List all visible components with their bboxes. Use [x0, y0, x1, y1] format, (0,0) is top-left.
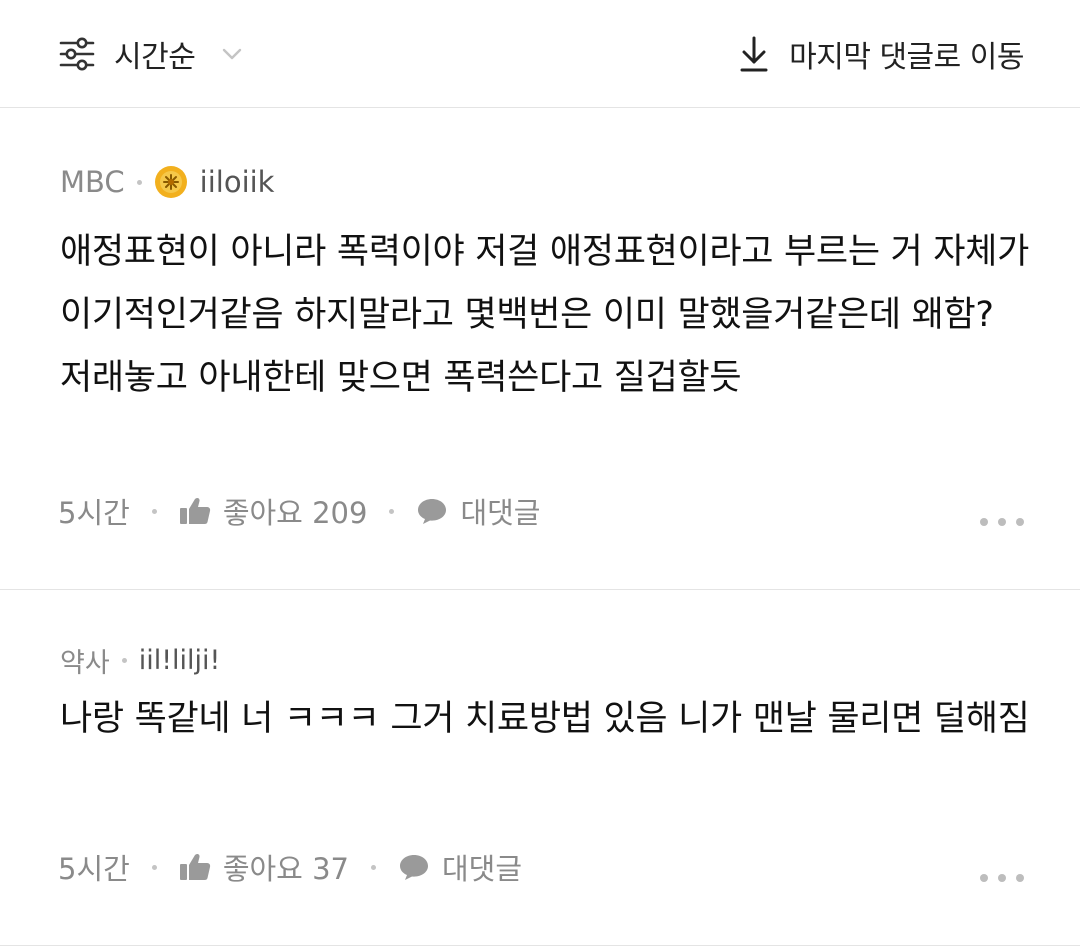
sort-dropdown[interactable]: 시간순 [58, 30, 243, 78]
reply-label: 대댓글 [460, 496, 541, 530]
speech-bubble-icon [418, 499, 447, 524]
more-dot [998, 874, 1006, 882]
sliders-icon [59, 37, 95, 71]
comment-source: MBC [60, 165, 125, 199]
comment-nickname[interactable]: iil!lilji! [139, 645, 221, 676]
more-dot [1016, 518, 1024, 526]
more-dot [980, 874, 988, 882]
thumbs-up-icon [179, 497, 210, 524]
comment-text: 애정표현이 아니라 폭력이야 저걸 애정표현이라고 부르는 거 자체가 이기적인… [60, 232, 1029, 398]
action-separator [370, 864, 376, 870]
comment-item: 약사 iil!lilji! 나랑 똑같네 너 ㅋㅋㅋ 그거 치료방법 있음 니가… [0, 590, 1080, 946]
action-separator [389, 508, 395, 514]
jump-label: 마지막 댓글로 이동 [789, 40, 1024, 75]
more-options-button[interactable] [980, 868, 1024, 888]
reply-label: 대댓글 [441, 852, 523, 886]
reply-button[interactable]: 대댓글 [398, 846, 522, 888]
more-options-button[interactable] [980, 512, 1024, 532]
meta-separator [136, 179, 142, 185]
chevron-down-icon [221, 47, 243, 61]
action-separator [151, 864, 157, 870]
like-button[interactable]: 좋아요 209 [179, 490, 368, 532]
more-dot [1016, 874, 1024, 882]
sort-label: 시간순 [114, 40, 196, 75]
more-dot [980, 518, 988, 526]
comment-nickname[interactable]: iiloiik [200, 165, 275, 199]
speech-bubble-icon [399, 855, 428, 880]
comment-actions: 5시간 좋아요 37 대댓글 [58, 846, 522, 888]
comment-meta: MBC iiloiik [60, 162, 274, 202]
more-dot [998, 518, 1006, 526]
like-label: 좋아요 37 [222, 852, 349, 886]
action-separator [151, 508, 157, 514]
comment-toolbar: 시간순 마지막 댓글로 이동 [0, 0, 1080, 108]
comment-time: 5시간 [58, 852, 130, 886]
download-arrow-icon [740, 36, 768, 72]
like-label: 좋아요 209 [222, 496, 368, 530]
comment-time: 5시간 [58, 496, 130, 530]
comment-text: 나랑 똑같네 너 ㅋㅋㅋ 그거 치료방법 있음 니가 맨날 물리면 덜해짐 [60, 699, 1030, 739]
thumbs-up-icon [179, 853, 210, 880]
reply-button[interactable]: 대댓글 [416, 490, 540, 532]
comment-actions: 5시간 좋아요 209 대댓글 [58, 490, 540, 532]
meta-separator [121, 657, 127, 663]
comment-source: 약사 [60, 647, 110, 679]
like-button[interactable]: 좋아요 37 [179, 846, 349, 888]
comment-item: MBC iiloiik 애정표현이 아니라 폭력이야 저걸 애정표현이라고 부르… [0, 108, 1080, 590]
user-badge-icon [154, 166, 187, 198]
jump-to-last-comment-button[interactable]: 마지막 댓글로 이동 [739, 30, 1024, 78]
comment-meta: 약사 iil!lilji! [60, 640, 220, 680]
